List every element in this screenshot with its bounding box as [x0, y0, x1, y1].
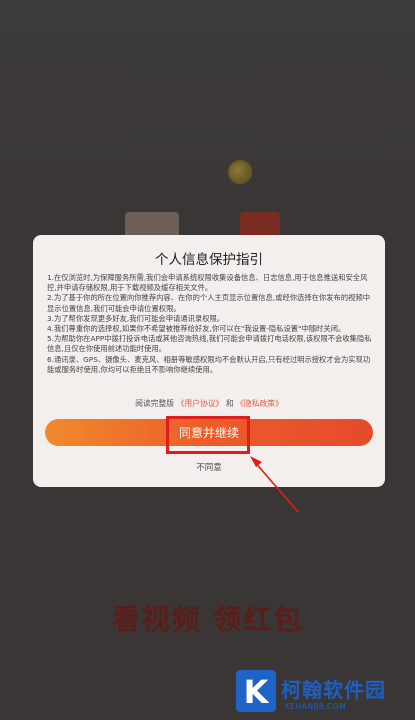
dialog-title: 个人信息保护指引: [155, 252, 263, 268]
disagree-button[interactable]: 不同意: [33, 461, 385, 473]
dialog-paragraph: 3.为了帮你发现更多好友,我们可能会申请通讯录权限。: [47, 313, 225, 323]
watermark-logo-icon: K: [236, 670, 276, 712]
dialog-body: 1.在仅浏览时,为保障服务所需,我们会申请系统权限收集设备信息、日志信息,用于信…: [47, 273, 373, 375]
consent-prefix: 阅读完整版: [135, 399, 175, 408]
highlight-box: [166, 416, 250, 454]
dialog-paragraph: 6.通讯录、GPS、摄像头、麦克风、相册等敏感权限均不会默认开启,只有经过明示授…: [47, 354, 371, 374]
dialog-paragraph: 5.为帮助你在APP中拨打投诉电话或其他咨询热线,我们可能会申请拨打电话权限,该…: [47, 334, 372, 354]
privacy-policy-link[interactable]: 《隐私政策》: [236, 399, 283, 408]
coin-icon: [228, 160, 252, 184]
dialog-paragraph: 1.在仅浏览时,为保障服务所需,我们会申请系统权限收集设备信息、日志信息,用于信…: [47, 273, 368, 293]
dialog-paragraph: 4.我们尊重你的选择权,如果你不希望被推荐给好友,你可以在"我设置-隐私设置"中…: [47, 324, 346, 334]
app-background: [0, 0, 415, 240]
watermark: K 柯翰软件园 KEHAN88.COM: [236, 670, 411, 716]
watermark-domain: KEHAN88.COM: [285, 702, 347, 711]
watermark-name: 柯翰软件园: [281, 678, 386, 702]
consent-line: 阅读完整版 《用户协议》 和 《隐私政策》: [33, 398, 385, 409]
dialog-paragraph: 2.为了基于你的所在位置向你推荐内容、在你的个人主页显示位置信息,或经你选择在你…: [47, 293, 371, 313]
background-slogan: 看视频 领红包: [111, 603, 304, 636]
watermark-logo-letter: K: [244, 673, 270, 711]
user-agreement-link[interactable]: 《用户协议》: [177, 399, 224, 408]
consent-and: 和: [225, 399, 234, 408]
